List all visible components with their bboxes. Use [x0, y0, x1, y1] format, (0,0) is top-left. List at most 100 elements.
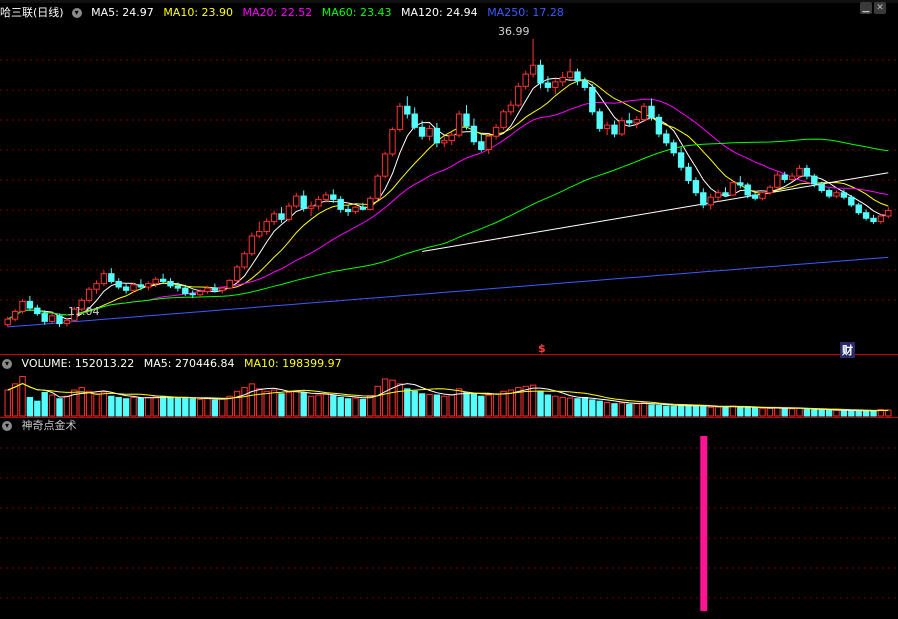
- volume-bar: [63, 395, 71, 417]
- candle-body: [344, 208, 352, 213]
- volume-bar: [433, 394, 441, 417]
- volume-bar: [803, 408, 811, 417]
- volume-bar: [463, 392, 470, 417]
- volume-bar: [159, 395, 167, 417]
- candle-body: [522, 73, 529, 87]
- candle-body: [788, 175, 796, 180]
- volume-bar: [692, 405, 700, 417]
- candle-body: [374, 175, 381, 199]
- candle-body: [507, 104, 515, 113]
- volume-bar: [300, 392, 307, 417]
- ma10-line: [7, 78, 889, 320]
- volume-bar: [11, 383, 19, 417]
- volume-bar: [19, 375, 26, 417]
- volume-bar: [670, 405, 677, 417]
- volume-bar: [833, 409, 840, 417]
- volume-bar: [418, 393, 426, 417]
- candle-body: [337, 198, 344, 210]
- volume-bar: [330, 395, 337, 417]
- candle-body: [152, 278, 159, 285]
- volume-bar: [759, 408, 766, 417]
- volume-bar: [589, 399, 596, 417]
- indicator-panel[interactable]: [0, 418, 898, 619]
- candle-body: [63, 319, 71, 325]
- volume-bar: [885, 409, 892, 417]
- volume-panel[interactable]: [0, 356, 898, 419]
- volume-bar: [796, 407, 803, 417]
- volume-bar: [663, 405, 670, 417]
- candle-body: [485, 135, 492, 151]
- volume-bar: [196, 398, 204, 417]
- candle-body: [182, 287, 189, 295]
- candle-body: [270, 213, 278, 223]
- candle-body: [48, 315, 56, 322]
- candle-body: [108, 273, 115, 282]
- volume-bar: [26, 396, 34, 417]
- candle-body: [322, 194, 330, 200]
- candle-body: [470, 125, 478, 143]
- candle-body: [293, 195, 300, 207]
- candle-body: [648, 105, 655, 118]
- high-price-label: 36.99: [498, 25, 530, 38]
- candle-body: [848, 196, 855, 206]
- candle-body: [544, 82, 552, 88]
- candle-body: [411, 113, 418, 128]
- volume-bar: [108, 395, 115, 417]
- volume-bar: [344, 398, 352, 417]
- candle-body: [840, 192, 848, 198]
- candle-body: [596, 111, 603, 129]
- candle-body: [707, 196, 714, 206]
- candle-body: [389, 129, 396, 155]
- volume-bar: [93, 393, 100, 417]
- candle-body: [56, 315, 63, 325]
- volume-bar: [811, 409, 818, 417]
- volume-bar: [603, 401, 611, 417]
- candle-body: [174, 285, 182, 289]
- candle-body: [803, 167, 811, 177]
- volume-bar: [862, 410, 870, 417]
- candle-body: [685, 166, 692, 182]
- candle-body: [41, 313, 48, 322]
- volume-bar: [122, 398, 130, 417]
- volume-bar: [189, 398, 196, 417]
- volume-bar: [848, 410, 855, 417]
- volume-bar: [411, 390, 418, 417]
- volume-bar: [677, 404, 685, 417]
- volume-bar: [41, 392, 48, 417]
- candle-body: [307, 205, 315, 209]
- candle-body: [885, 209, 892, 217]
- candle-body: [611, 124, 618, 135]
- volume-bar: [478, 395, 485, 417]
- volume-bar: [359, 398, 367, 417]
- candle-body: [478, 141, 485, 151]
- candle-body: [552, 81, 559, 88]
- volume-bar: [552, 395, 559, 417]
- ma250-line: [7, 256, 889, 328]
- volume-bar: [248, 383, 256, 417]
- candle-body: [196, 290, 204, 296]
- volume-bar: [448, 394, 455, 417]
- volume-bar: [870, 409, 877, 417]
- candle-body: [818, 183, 825, 192]
- candle-body: [19, 300, 26, 312]
- volume-bar: [211, 399, 219, 417]
- volume-bar: [714, 406, 722, 417]
- price-panel[interactable]: [0, 0, 898, 355]
- stock-chart-window: 哈三联(日线) ▾ MA5: 24.97 MA10: 23.90 MA20: 22…: [0, 0, 898, 619]
- volume-bar: [396, 383, 404, 417]
- candle-body: [529, 64, 537, 75]
- volume-bar: [618, 402, 626, 417]
- volume-bar: [85, 390, 93, 417]
- volume-bar: [263, 390, 270, 417]
- volume-bar: [56, 398, 63, 417]
- volume-bar: [381, 378, 389, 417]
- volume-bar: [470, 393, 478, 417]
- volume-bar: [167, 396, 174, 417]
- event-marker-s[interactable]: $: [538, 342, 546, 355]
- candle-body: [278, 213, 285, 220]
- candle-body: [418, 126, 426, 137]
- candle-body: [433, 127, 441, 144]
- volume-bar: [751, 407, 759, 417]
- volume-bar: [626, 403, 633, 417]
- signal-bar: [700, 436, 708, 611]
